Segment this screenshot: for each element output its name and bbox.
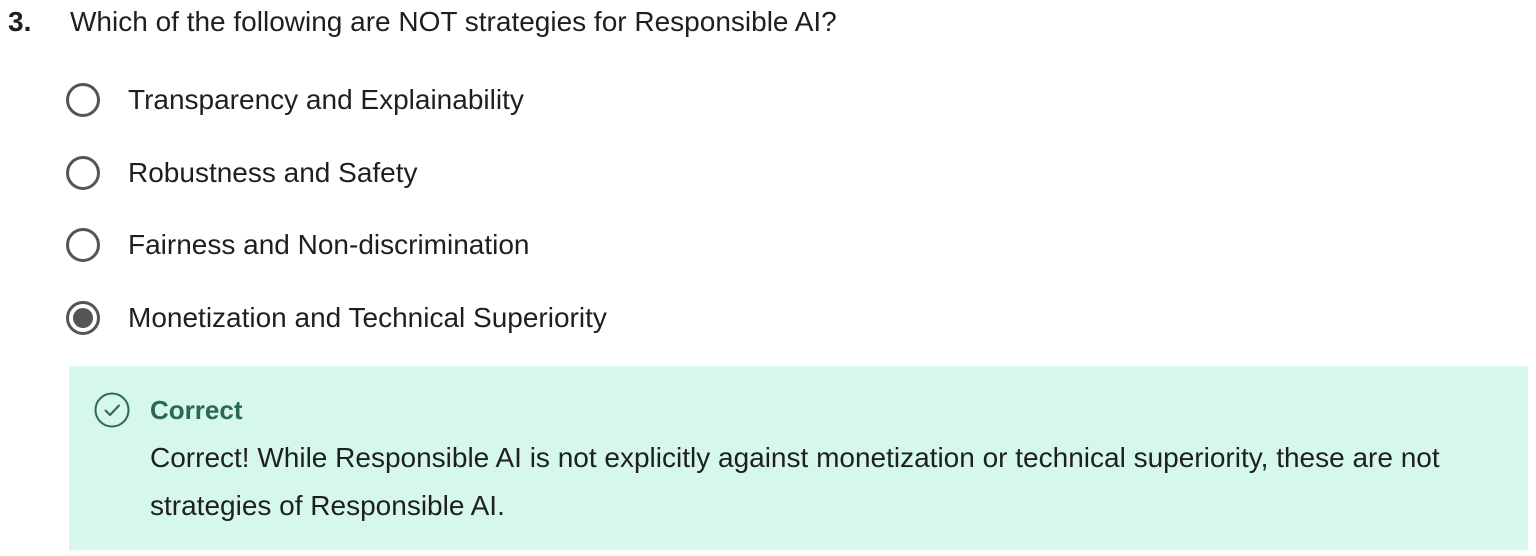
radio-button[interactable]: [66, 83, 100, 117]
option-label: Monetization and Technical Superiority: [128, 301, 607, 333]
quiz-question: 3. Which of the following are NOT strate…: [0, 0, 1536, 556]
radio-button[interactable]: [66, 155, 100, 190]
option-label: Fairness and Non-discrimination: [128, 229, 530, 260]
option-monetization[interactable]: Monetization and Technical Superiority: [66, 296, 607, 340]
question-text: Which of the following are NOT strategie…: [70, 6, 837, 37]
answer-options: Transparency and Explainability Robustne…: [66, 78, 607, 368]
feedback-title: Correct: [150, 395, 243, 425]
feedback-text: Correct! While Responsible AI is not exp…: [150, 442, 1440, 521]
question-number: 3.: [8, 6, 32, 37]
option-robustness[interactable]: Robustness and Safety: [66, 151, 607, 195]
radio-button[interactable]: [66, 228, 100, 262]
option-label: Transparency and Explainability: [128, 84, 524, 115]
check-circle-icon: [94, 392, 130, 428]
option-transparency[interactable]: Transparency and Explainability: [66, 78, 607, 122]
radio-button-selected[interactable]: [66, 300, 100, 335]
feedback-panel: Correct Correct! While Responsible AI is…: [69, 366, 1528, 550]
option-label: Robustness and Safety: [128, 156, 418, 188]
option-fairness[interactable]: Fairness and Non-discrimination: [66, 223, 607, 267]
